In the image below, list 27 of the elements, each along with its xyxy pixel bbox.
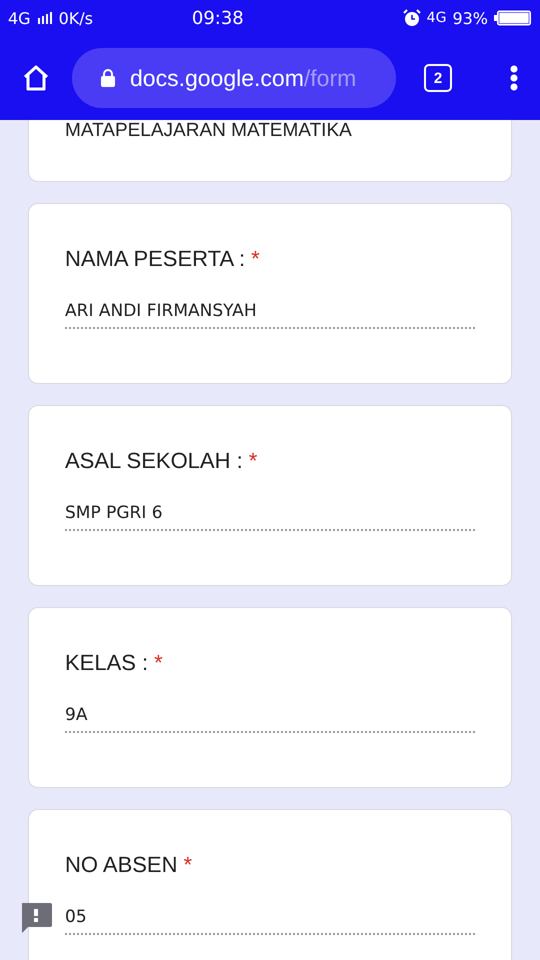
question-label: NAMA PESERTA : [65,246,246,272]
feedback-icon[interactable] [20,903,52,933]
required-mark: * [251,246,260,272]
answer-field[interactable]: ARI ANDI FIRMANSYAH [65,301,475,329]
required-mark: * [183,852,192,878]
question-label: ASAL SEKOLAH : [65,448,243,474]
question-label: KELAS : [65,650,148,676]
required-mark: * [248,448,258,474]
question-label: NO ABSEN [65,852,178,878]
answer-field[interactable]: SMP PGRI 6 [65,503,475,531]
required-mark: * [154,650,163,676]
signal-icon [36,12,53,24]
answer-field[interactable]: 9A [65,705,475,733]
battery-percent: 93% [452,8,488,28]
home-icon[interactable] [22,64,50,92]
clock: 09:38 [192,8,244,28]
network-indicator: 4G [8,8,31,28]
battery-icon [494,10,532,26]
alarm-icon [402,9,421,27]
network-speed: 0K/s [58,8,93,28]
lock-icon [100,68,116,88]
answer-field[interactable]: 05 [65,907,475,935]
data-type-indicator: 4G [426,10,446,26]
menu-icon[interactable] [510,65,518,91]
form-description: MATAPELAJARAN MATEMATIKA [65,120,353,142]
address-bar[interactable]: docs.google.com/form [72,48,396,108]
tab-count-button[interactable]: 2 [424,64,452,92]
